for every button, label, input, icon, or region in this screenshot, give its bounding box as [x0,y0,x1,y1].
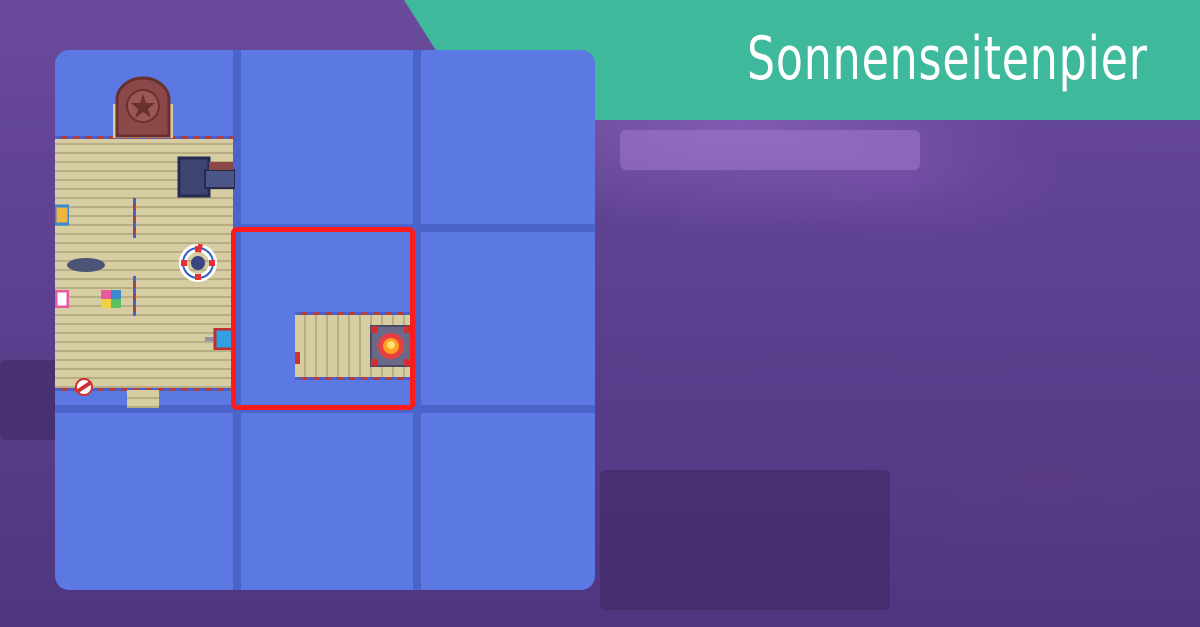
map-cell-3-1[interactable] [55,413,227,585]
map-cell-1-2[interactable] [241,50,413,222]
gift-box-icon [55,204,69,226]
fish-shadow-icon [67,258,105,272]
background-shape [600,470,890,610]
gift-box-icon [55,290,69,308]
gift-box-icon [101,290,121,308]
page-title: Sonnenseitenpier [747,24,1148,94]
pier-step [127,390,159,408]
star-sign-icon [113,76,173,138]
pier-rope [133,276,136,316]
cannon-icon [177,156,235,198]
map-cell-2-3[interactable] [421,232,593,404]
lantern-icon [205,328,233,350]
map-cell-3-2[interactable] [241,413,413,585]
map-cell-1-3[interactable] [421,50,593,222]
background-shape [620,130,920,170]
life-ring-icon [179,244,217,282]
map-cell-3-3[interactable] [421,413,593,585]
pier-rope [133,198,136,238]
selected-cell-highlight [231,227,415,410]
candy-icon [75,378,93,396]
